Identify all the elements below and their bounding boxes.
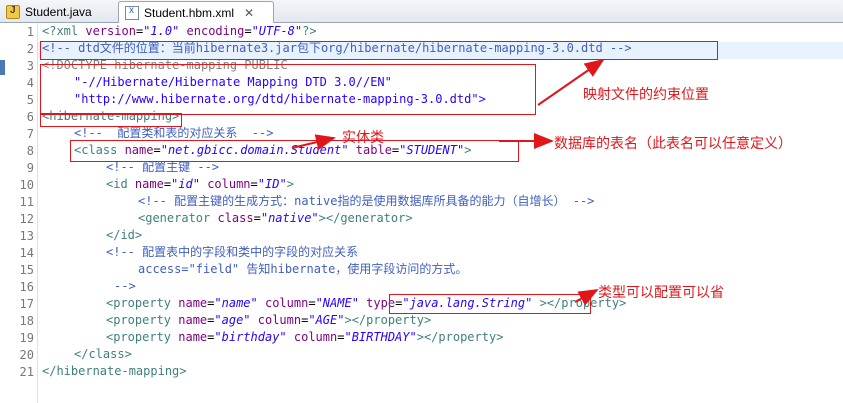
line-number: 21 xyxy=(19,365,34,379)
line-number: 20 xyxy=(19,348,34,362)
line-number: 16 xyxy=(19,280,34,294)
code-line: <property name="age" column="AGE"></prop… xyxy=(106,313,432,327)
code-line: <?xml version="1.0" encoding="UTF-8"?> xyxy=(42,24,317,38)
code-line: </id> xyxy=(106,228,143,242)
code-line: </class> xyxy=(74,347,132,361)
close-tab-icon[interactable]: ✕ xyxy=(244,6,254,20)
code-line: <!-- 配置主键的生成方式：native指的是使用数据库所具备的能力（自增长）… xyxy=(138,194,595,208)
annotation-constraint-location: 映射文件的约束位置 xyxy=(583,87,709,103)
line-number: 9 xyxy=(26,161,34,175)
line-number: 13 xyxy=(19,229,34,243)
line-number: 7 xyxy=(26,127,34,141)
tab-label: Student.hbm.xml xyxy=(144,5,235,20)
line-number: 19 xyxy=(19,331,34,345)
code-line: <id name="id" column="ID"> xyxy=(106,177,294,191)
line-number: 10 xyxy=(19,178,34,192)
code-line: <!-- 配置表中的字段和类中的字段的对应关系 xyxy=(106,245,359,259)
code-line: --> xyxy=(114,279,136,293)
doctype-highlight-box xyxy=(40,64,536,115)
annotation-entity-class: 实体类 xyxy=(342,130,384,146)
annotation-type-optional: 类型可以配置可以省 xyxy=(598,285,724,301)
line-number: 18 xyxy=(19,314,34,328)
code-line: access="field" 告知hibernate，使用字段访问的方式。 xyxy=(138,262,468,276)
line-number: 14 xyxy=(19,246,34,260)
dtd-comment-highlight-box xyxy=(40,41,718,60)
tab-student-hbm-xml[interactable]: Student.hbm.xml ✕ xyxy=(118,1,274,23)
line-number: 4 xyxy=(26,76,34,90)
line-number: 17 xyxy=(19,297,34,311)
code-line: <generator class="native"></generator> xyxy=(138,211,413,225)
tab-label: Student.java xyxy=(25,5,92,19)
annotation-table-name: 数据库的表名（此表名可以任意定义） xyxy=(554,136,792,152)
editor-tab-bar: Student.java Student.hbm.xml ✕ xyxy=(0,0,843,23)
line-number: 6 xyxy=(26,110,34,124)
line-number: 1 xyxy=(26,25,34,39)
line-number: 5 xyxy=(26,93,34,107)
line-number: 12 xyxy=(19,212,34,226)
line-number: 3 xyxy=(26,59,34,73)
tab-student-java[interactable]: Student.java xyxy=(0,1,112,23)
type-attr-highlight-box xyxy=(389,294,591,314)
code-line: </hibernate-mapping> xyxy=(42,364,187,378)
root-tag-highlight-box xyxy=(40,113,182,127)
code-line: <property name="birthday" column="BIRTHD… xyxy=(106,330,504,344)
line-number: 11 xyxy=(19,195,34,209)
line-number: 2 xyxy=(26,42,34,56)
java-file-icon xyxy=(6,5,20,19)
line-number: 8 xyxy=(26,144,34,158)
class-tag-highlight-box xyxy=(70,140,519,162)
line-number: 15 xyxy=(19,263,34,277)
xml-file-icon xyxy=(125,5,139,20)
